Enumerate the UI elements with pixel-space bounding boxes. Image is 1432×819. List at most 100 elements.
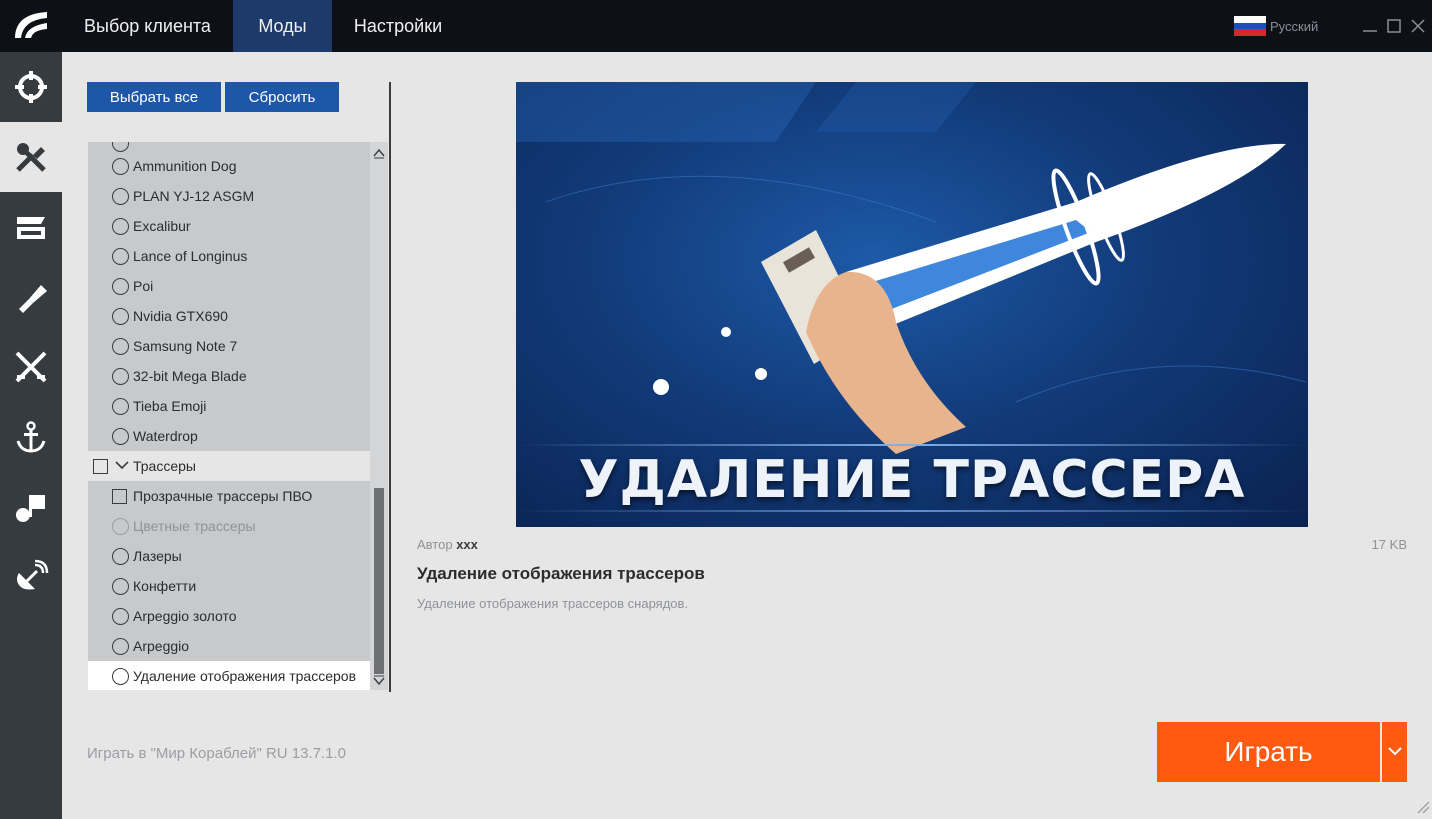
- close-icon[interactable]: [1408, 16, 1428, 36]
- rail-item-markers[interactable]: [0, 472, 62, 542]
- tab-client-select[interactable]: Выбор клиента: [62, 0, 233, 52]
- language-label: Русский: [1270, 18, 1319, 34]
- list-item-label: Lance of Longinus: [133, 248, 248, 264]
- list-item[interactable]: PLAN YJ-12 ASGM: [88, 181, 370, 211]
- radio-icon[interactable]: [112, 547, 129, 565]
- satellite-icon: [13, 559, 49, 595]
- list-item[interactable]: Конфетти: [88, 571, 370, 601]
- radio-icon[interactable]: [112, 517, 129, 535]
- author-info: Автор xxx: [417, 537, 478, 552]
- scrollbar-thumb[interactable]: [374, 488, 384, 674]
- rail-item-tools[interactable]: [0, 122, 62, 192]
- rail-item-port[interactable]: [0, 402, 62, 472]
- tab-mods[interactable]: Моды: [233, 0, 332, 52]
- group-header-tracers[interactable]: Трассеры: [88, 451, 370, 481]
- maximize-icon[interactable]: [1384, 16, 1404, 36]
- scroll-up-icon[interactable]: [373, 146, 385, 159]
- radio-icon[interactable]: [112, 247, 129, 265]
- list-item[interactable]: Лазеры: [88, 541, 370, 571]
- chevron-down-icon[interactable]: [115, 458, 129, 475]
- resize-grip-icon[interactable]: [1416, 800, 1430, 814]
- rail-item-replays[interactable]: [0, 192, 62, 262]
- list-item-label: Лазеры: [133, 548, 182, 564]
- rail-item-camo[interactable]: [0, 262, 62, 332]
- list-item-label: Прозрачные трассеры ПВО: [133, 488, 313, 504]
- mods-list: Ammunition Dog PLAN YJ-12 ASGM Excalibur…: [88, 142, 370, 690]
- crosshair-icon: [13, 69, 49, 105]
- radio-icon[interactable]: [112, 307, 129, 325]
- select-all-button[interactable]: Выбрать все: [87, 82, 221, 112]
- clapperboard-icon: [13, 209, 49, 245]
- pane-divider: [389, 82, 391, 692]
- group-checkbox[interactable]: [93, 458, 108, 474]
- top-bar: Выбор клиента Моды Настройки Русский: [62, 0, 1432, 52]
- mod-description: Удаление отображения трассеров снарядов.: [417, 596, 689, 611]
- list-item[interactable]: Waterdrop: [88, 421, 370, 451]
- radio-icon[interactable]: [112, 667, 129, 685]
- app-logo: [0, 0, 62, 52]
- mod-size: 17 KB: [1371, 537, 1407, 552]
- game-version-label: Играть в "Мир Кораблей" RU 13.7.1.0: [87, 745, 346, 762]
- play-options-button[interactable]: [1382, 722, 1407, 782]
- rail-item-radar[interactable]: [0, 542, 62, 612]
- radio-icon[interactable]: [112, 577, 129, 595]
- list-item[interactable]: Excalibur: [88, 211, 370, 241]
- radio-icon[interactable]: [112, 277, 129, 295]
- list-item[interactable]: Tieba Emoji: [88, 391, 370, 421]
- radio-icon[interactable]: [112, 187, 129, 205]
- play-button[interactable]: Играть: [1157, 722, 1380, 782]
- radio-icon[interactable]: [112, 217, 129, 235]
- radio-icon[interactable]: [112, 607, 129, 625]
- list-item-label: Цветные трассеры: [133, 518, 256, 534]
- radio-icon[interactable]: [112, 157, 129, 175]
- scroll-down-icon[interactable]: [373, 674, 385, 686]
- list-item-label: Samsung Note 7: [133, 338, 238, 354]
- list-item[interactable]: Arpeggio золото: [88, 601, 370, 631]
- radio-icon[interactable]: [112, 397, 129, 415]
- banner-text: УДАЛЕНИЕ ТРАССЕРА: [578, 450, 1246, 510]
- list-item[interactable]: Lance of Longinus: [88, 241, 370, 271]
- list-item[interactable]: Прозрачные трассеры ПВО: [88, 481, 370, 511]
- russia-flag-icon: [1234, 16, 1266, 37]
- brush-icon: [13, 279, 49, 315]
- list-item-label: Nvidia GTX690: [133, 308, 228, 324]
- list-item-label: Удаление отображения трассеров: [133, 668, 357, 684]
- reset-button[interactable]: Сбросить: [225, 82, 339, 112]
- sidebar-rail: [0, 0, 62, 819]
- flag-pin-icon: [13, 489, 49, 525]
- tools-icon: [13, 139, 49, 175]
- language-selector[interactable]: Русский: [1234, 16, 1319, 37]
- list-item[interactable]: Цветные трассеры: [88, 511, 370, 541]
- list-item[interactable]: Poi: [88, 271, 370, 301]
- list-item[interactable]: Nvidia GTX690: [88, 301, 370, 331]
- list-item-label: Ammunition Dog: [133, 158, 237, 174]
- banner-line-bottom: [516, 510, 1308, 512]
- list-item[interactable]: Ammunition Dog: [88, 151, 370, 181]
- crossed-swords-icon: [13, 349, 49, 385]
- rail-item-crosshair[interactable]: [0, 52, 62, 122]
- rail-item-battle[interactable]: [0, 332, 62, 402]
- banner-line-top: [516, 444, 1308, 446]
- list-item-label: 32-bit Mega Blade: [133, 368, 247, 384]
- list-item[interactable]: Arpeggio: [88, 631, 370, 661]
- list-scrollbar[interactable]: [370, 142, 388, 690]
- chevron-down-icon: [1387, 743, 1402, 761]
- radio-icon[interactable]: [112, 367, 129, 385]
- list-item-label: PLAN YJ-12 ASGM: [133, 188, 255, 204]
- radio-icon[interactable]: [112, 337, 129, 355]
- radio-icon[interactable]: [112, 637, 129, 655]
- checkbox[interactable]: [112, 488, 127, 504]
- list-item[interactable]: 32-bit Mega Blade: [88, 361, 370, 391]
- list-item-label: Waterdrop: [133, 428, 198, 444]
- list-item[interactable]: Samsung Note 7: [88, 331, 370, 361]
- author-label: Автор: [417, 537, 453, 552]
- mod-preview-image: УДАЛЕНИЕ ТРАССЕРА: [516, 82, 1308, 527]
- anchor-icon: [13, 419, 49, 455]
- list-item-selected[interactable]: Удаление отображения трассеров: [88, 661, 370, 690]
- radio-icon[interactable]: [112, 427, 129, 445]
- author-name: xxx: [456, 537, 478, 552]
- list-item-label: Poi: [133, 278, 154, 294]
- minimize-icon[interactable]: [1360, 16, 1380, 36]
- tab-settings[interactable]: Настройки: [332, 0, 464, 52]
- mod-title: Удаление отображения трассеров: [417, 564, 705, 583]
